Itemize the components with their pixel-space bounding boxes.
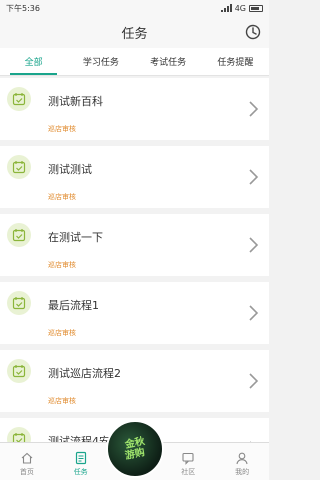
task-tag: 巡店审核 [48, 193, 76, 201]
chevron-right-icon [249, 237, 259, 253]
chevron-right-icon [249, 373, 259, 389]
tab-study-tasks[interactable]: 学习任务 [67, 48, 134, 75]
network-label: 4G [234, 3, 246, 13]
task-title: 最后流程1 [48, 299, 99, 312]
chevron-right-icon [249, 169, 259, 185]
top-header: 任务 [0, 16, 269, 48]
task-item[interactable]: 在测试一下 巡店审核 [0, 214, 269, 276]
task-tag: 巡店审核 [48, 261, 76, 269]
nav-community-label: 社区 [181, 468, 196, 476]
signal-icon [220, 4, 232, 12]
task-list-icon [75, 451, 86, 465]
task-title: 在测试一下 [48, 231, 103, 244]
calendar-check-icon [7, 155, 31, 179]
task-tabs: 全部 学习任务 考试任务 任务提醒 [0, 48, 269, 76]
status-bar: 下午5:36 4G [0, 0, 269, 16]
task-item[interactable]: 测试新百科 巡店审核 [0, 78, 269, 140]
tab-exam-tasks[interactable]: 考试任务 [135, 48, 202, 75]
task-title: 测试测试 [48, 163, 92, 176]
task-item[interactable]: 测试巡店流程2 巡店审核 [0, 350, 269, 412]
nav-profile-label: 我的 [235, 468, 250, 476]
nav-home[interactable]: 首页 [0, 443, 54, 480]
chat-icon [182, 452, 194, 465]
battery-icon [249, 4, 263, 12]
chevron-right-icon [249, 101, 259, 117]
tab-all[interactable]: 全部 [0, 48, 67, 75]
nav-tasks[interactable]: 任务 [54, 443, 108, 480]
nav-profile[interactable]: 我的 [215, 443, 269, 480]
nav-tasks-label: 任务 [73, 468, 88, 476]
task-tag: 巡店审核 [48, 329, 76, 337]
profile-icon [236, 452, 248, 465]
page-title: 任务 [121, 26, 148, 42]
status-icons: 4G [220, 3, 263, 13]
chevron-right-icon [249, 305, 259, 321]
calendar-check-icon [7, 223, 31, 247]
task-tag: 巡店审核 [48, 125, 76, 133]
task-title: 测试巡店流程2 [48, 367, 121, 380]
tab-task-reminders[interactable]: 任务提醒 [202, 48, 269, 75]
nav-community[interactable]: 社区 [161, 443, 215, 480]
calendar-check-icon [7, 87, 31, 111]
clock-icon [245, 24, 261, 40]
center-logo-button[interactable]: 金秋 游购 [106, 420, 164, 478]
task-tag: 巡店审核 [48, 397, 76, 405]
task-item[interactable]: 最后流程1 巡店审核 [0, 282, 269, 344]
clock-button[interactable] [243, 22, 263, 42]
nav-home-label: 首页 [19, 468, 34, 476]
task-title: 测试新百科 [48, 95, 103, 108]
calendar-check-icon [7, 291, 31, 315]
home-icon [21, 452, 33, 464]
status-time: 下午5:36 [6, 3, 40, 13]
task-item[interactable]: 测试测试 巡店审核 [0, 146, 269, 208]
calendar-check-icon [7, 359, 31, 383]
